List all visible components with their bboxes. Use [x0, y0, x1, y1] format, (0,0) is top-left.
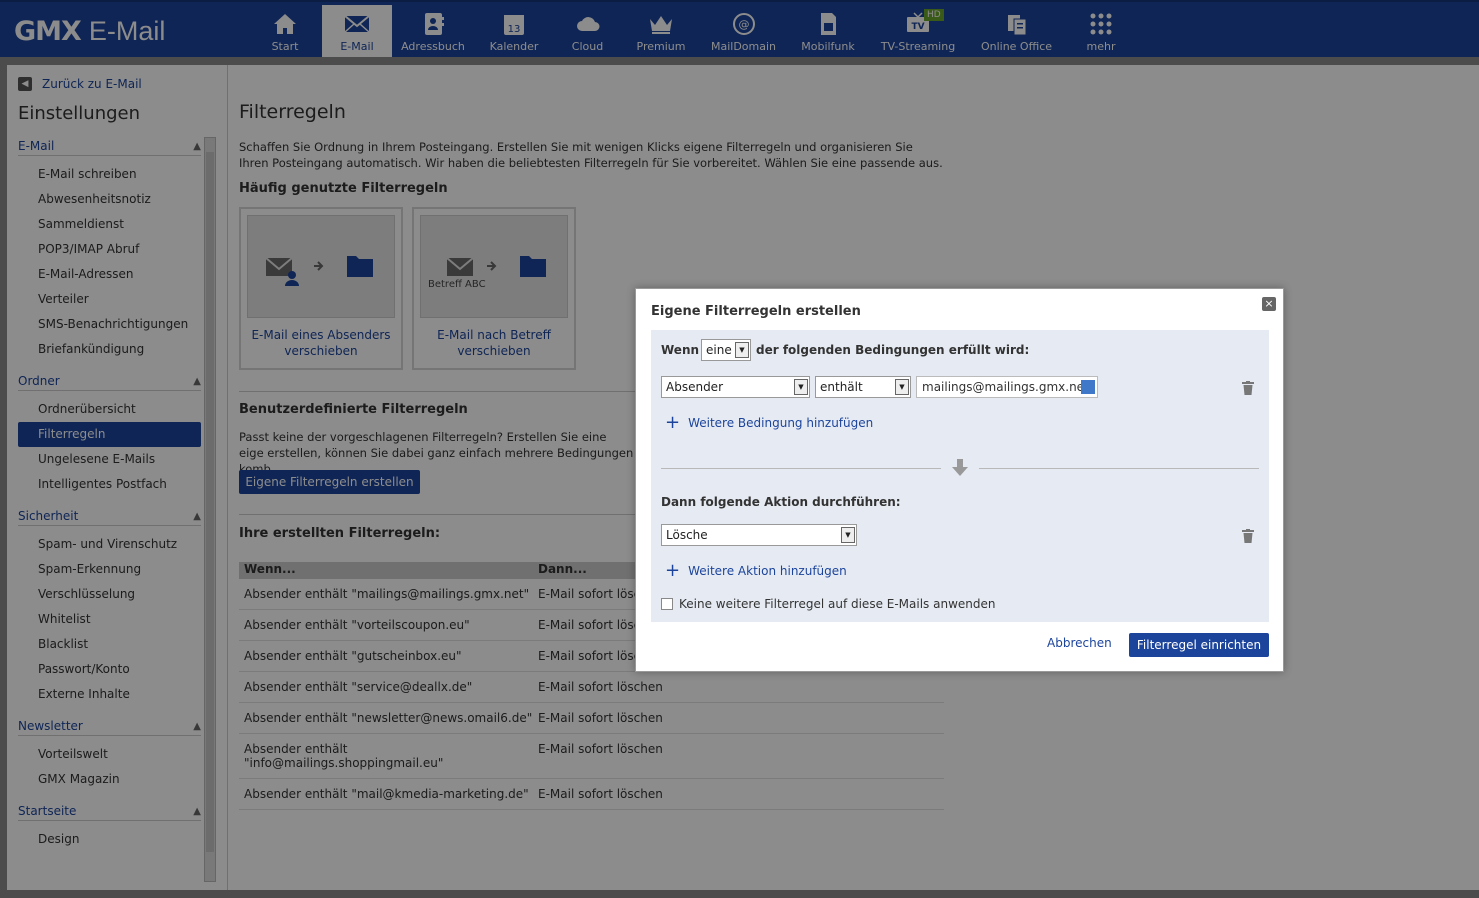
plus-icon: +	[665, 560, 681, 581]
trash-icon[interactable]	[1242, 381, 1254, 395]
dialog-title: Eigene Filterregeln erstellen	[651, 304, 861, 319]
cancel-button[interactable]: Abbrechen	[1047, 636, 1112, 650]
close-icon[interactable]: ×	[1262, 297, 1276, 311]
condition-field-select[interactable]: Absender ▼	[661, 376, 810, 398]
condition-value-input[interactable]: mailings@mailings.gmx.net	[916, 376, 1098, 398]
match-mode-select[interactable]: eine ▼	[701, 339, 751, 361]
contact-picker-icon[interactable]	[1081, 380, 1095, 394]
chevron-down-icon: ▼	[841, 527, 855, 543]
separator-line	[661, 468, 941, 469]
separator-line	[979, 468, 1259, 469]
action-heading: Dann folgende Aktion durchführen:	[661, 495, 901, 509]
create-filter-button[interactable]: Filterregel einrichten	[1129, 633, 1269, 657]
chevron-down-icon: ▼	[895, 379, 909, 395]
checkbox[interactable]	[661, 598, 673, 610]
add-condition-link[interactable]: + Weitere Bedingung hinzufügen	[665, 412, 873, 433]
trash-icon[interactable]	[1242, 529, 1254, 543]
stop-processing-checkbox[interactable]: Keine weitere Filterregel auf diese E-Ma…	[661, 597, 996, 611]
create-filter-dialog: Eigene Filterregeln erstellen × Wenn ein…	[635, 288, 1284, 672]
arrow-down-icon	[952, 459, 968, 476]
rule-editor-panel: Wenn eine ▼ der folgenden Bedingungen er…	[651, 330, 1269, 622]
condition-suffix-label: der folgenden Bedingungen erfüllt wird:	[756, 343, 1030, 357]
wenn-label: Wenn	[661, 343, 700, 357]
chevron-down-icon: ▼	[735, 342, 749, 358]
chevron-down-icon: ▼	[794, 379, 808, 395]
action-select[interactable]: Lösche ▼	[661, 524, 857, 546]
add-action-link[interactable]: + Weitere Aktion hinzufügen	[665, 560, 847, 581]
condition-operator-select[interactable]: enthält ▼	[815, 376, 911, 398]
plus-icon: +	[665, 412, 681, 433]
